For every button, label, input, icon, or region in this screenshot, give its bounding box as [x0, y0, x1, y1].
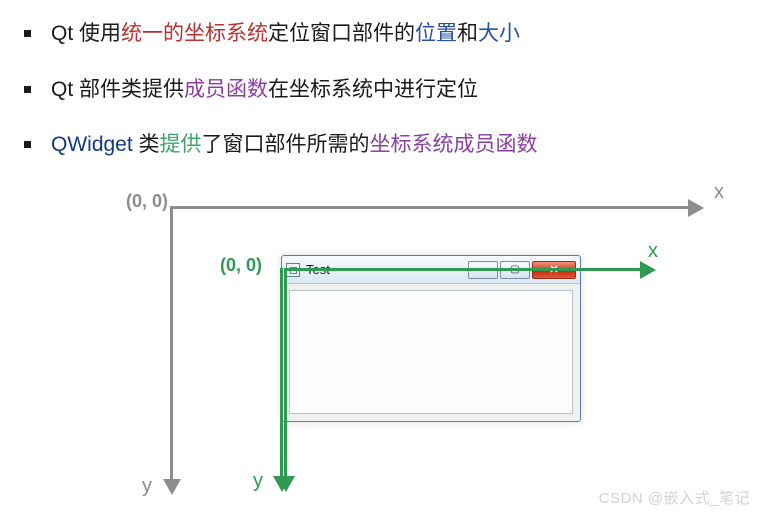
coordinate-diagram: (0, 0) x y Test ─ ▢ ✕ (0, 0) x y — [0, 175, 766, 505]
text-em-red: 统一的坐标系统 — [121, 22, 268, 45]
inner-y-axis-b — [280, 268, 283, 478]
outer-y-label: y — [142, 475, 152, 498]
bullet-item: QWidget 类提供了窗口部件所需的坐标系统成员函数 — [24, 129, 766, 161]
bullet-item: Qt 使用统一的坐标系统定位窗口部件的位置和大小 — [24, 18, 766, 50]
outer-x-label: x — [714, 181, 724, 204]
text-plain: Qt 部件类提供 — [51, 78, 184, 101]
outer-y-arrow-icon — [163, 479, 181, 495]
window-frame: Test ─ ▢ ✕ — [281, 255, 581, 422]
bullet-text: Qt 部件类提供成员函数在坐标系统中进行定位 — [51, 74, 478, 106]
outer-y-axis — [170, 206, 173, 481]
inner-origin-label: (0, 0) — [220, 255, 262, 276]
text-em-green: 提供 — [160, 133, 202, 156]
watermark-text: CSDN @嵌入式_笔记 — [599, 487, 750, 508]
bullet-marker — [24, 30, 31, 37]
text-plain: 类 — [133, 133, 160, 156]
outer-x-arrow-icon — [688, 199, 704, 217]
bullet-text: Qt 使用统一的坐标系统定位窗口部件的位置和大小 — [51, 18, 520, 50]
text-em-blue: 大小 — [478, 22, 520, 45]
bullet-text: QWidget 类提供了窗口部件所需的坐标系统成员函数 — [51, 129, 538, 161]
outer-x-axis — [170, 206, 690, 209]
text-plain: 和 — [457, 22, 478, 45]
inner-y-arrow-icon-b — [273, 476, 291, 492]
text-plain: Qt 使用 — [51, 22, 121, 45]
text-em-purple: 坐标系统成员函数 — [370, 133, 538, 156]
window-client-area — [289, 290, 573, 414]
text-class-name: QWidget — [51, 133, 133, 156]
text-em-blue: 位置 — [415, 22, 457, 45]
text-em-purple: 成员函数 — [184, 78, 268, 101]
inner-y-axis — [284, 268, 287, 478]
inner-x-arrow-icon — [640, 261, 656, 279]
outer-origin-label: (0, 0) — [126, 191, 168, 212]
text-plain: 了窗口部件所需的 — [202, 133, 370, 156]
bullet-marker — [24, 141, 31, 148]
bullet-list: Qt 使用统一的坐标系统定位窗口部件的位置和大小 Qt 部件类提供成员函数在坐标… — [0, 0, 766, 161]
inner-x-axis — [284, 268, 642, 271]
bullet-item: Qt 部件类提供成员函数在坐标系统中进行定位 — [24, 74, 766, 106]
inner-y-label: y — [253, 470, 263, 493]
inner-x-label: x — [648, 240, 658, 263]
bullet-marker — [24, 86, 31, 93]
text-plain: 定位窗口部件的 — [268, 22, 415, 45]
text-plain: 在坐标系统中进行定位 — [268, 78, 478, 101]
